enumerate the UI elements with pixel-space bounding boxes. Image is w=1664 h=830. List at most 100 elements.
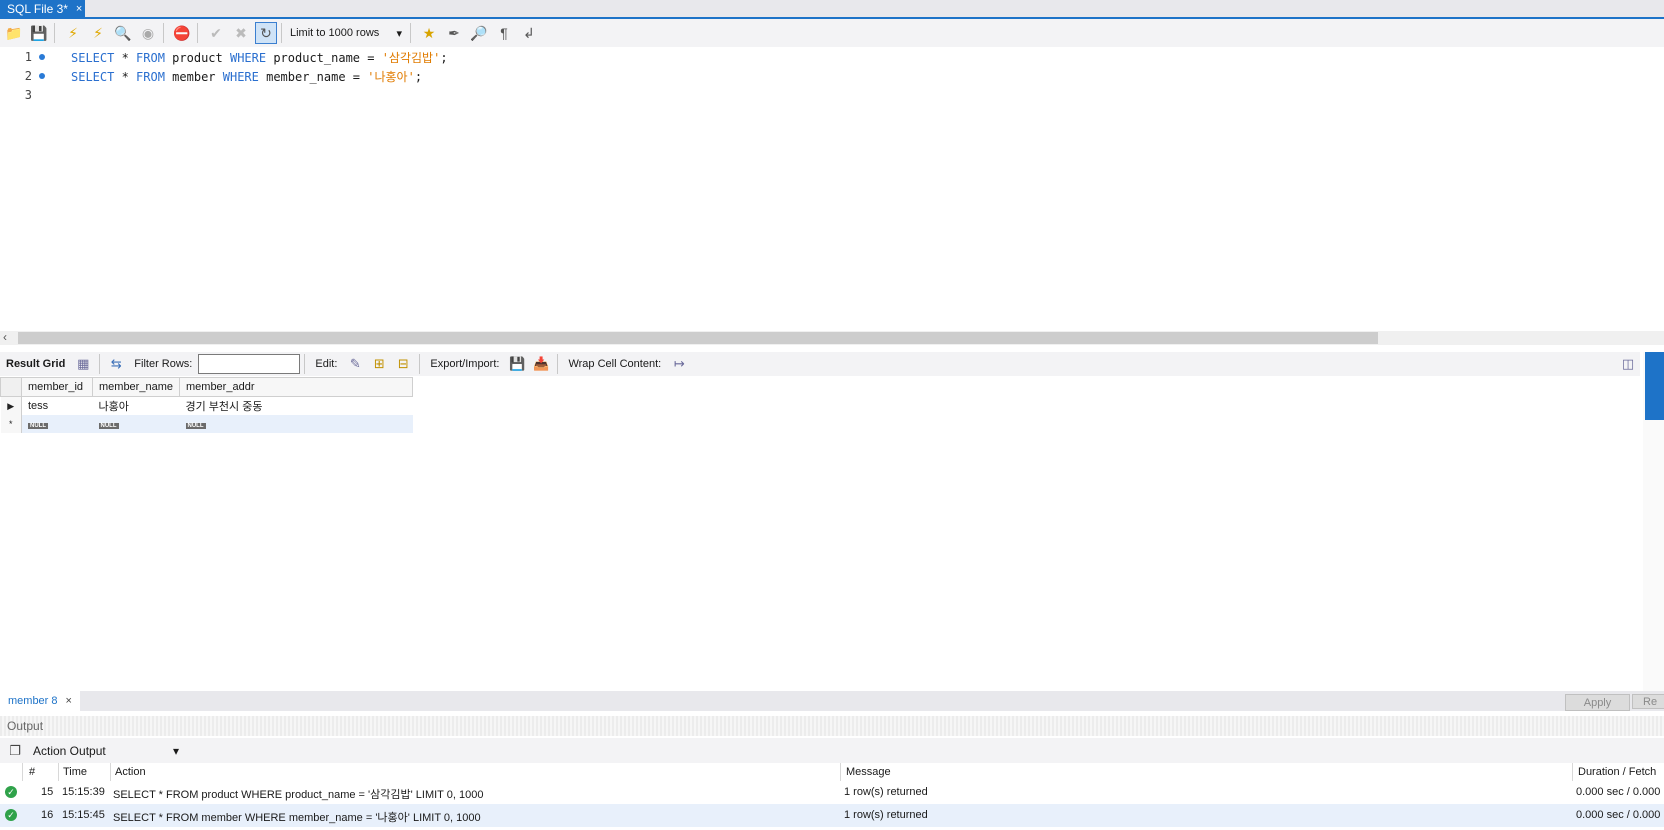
output-table-header: # Time Action Message Duration / Fetch (0, 763, 1664, 823)
cell[interactable]: 경기 부천시 중동 (180, 397, 413, 416)
edit-label: Edit: (315, 358, 338, 370)
cell[interactable]: NULL (22, 415, 93, 433)
output-row[interactable]: ✓ 16 15:15:45 SELECT * FROM member WHERE… (0, 804, 1664, 827)
result-tab-label: member 8 (8, 695, 58, 707)
tab-sql-file-3[interactable]: SQL File 3* × (0, 0, 85, 17)
null-badge: NULL (98, 423, 119, 429)
cell[interactable]: 나홍아 (93, 397, 180, 416)
code-text: SELECT * FROM member WHERE member_name =… (71, 69, 423, 84)
output-action: SELECT * FROM member WHERE member_name =… (113, 812, 481, 824)
col-action: Action (115, 766, 146, 778)
explain-icon[interactable]: 🔍 (112, 22, 134, 44)
editor-hscrollbar[interactable]: ‹ (0, 330, 1664, 345)
save-icon[interactable]: 💾 (28, 22, 50, 44)
output-time: 15:15:39 (62, 786, 105, 798)
copy-icon[interactable]: ❐ (6, 743, 24, 759)
commit-icon[interactable]: ✔ (205, 22, 227, 44)
divider (99, 354, 101, 374)
cell[interactable]: NULL (93, 415, 180, 433)
result-tabs-bar (0, 691, 1664, 711)
stop-on-error-icon[interactable]: ⛔ (171, 22, 193, 44)
tab-member-8[interactable]: member 8 × (0, 691, 80, 711)
result-grid-side-tab[interactable] (1645, 352, 1664, 420)
stop-icon[interactable]: ◉ (137, 22, 159, 44)
side-panel-strip[interactable] (1643, 352, 1664, 692)
success-check-icon: ✓ (5, 786, 17, 798)
export-icon[interactable]: 💾 (508, 356, 526, 372)
editor-line: 2 SELECT * FROM member WHERE member_name… (0, 66, 422, 86)
divider (557, 354, 559, 374)
line-number: 1 (24, 50, 32, 64)
revert-button[interactable]: Re (1632, 694, 1664, 709)
execute-current-icon[interactable]: ⚡ (87, 22, 109, 44)
editor-line: 3 (0, 85, 32, 105)
autocommit-icon[interactable]: ↻ (255, 22, 277, 44)
grid-layout-icon[interactable]: ▦ (74, 356, 92, 372)
output-num: 16 (41, 809, 54, 821)
column-header[interactable]: member_addr (179, 377, 413, 397)
line-number: 3 (24, 88, 32, 102)
apply-button[interactable]: Apply (1565, 694, 1630, 711)
result-grid[interactable]: member_id member_name member_addr ▶ tess… (0, 377, 430, 433)
tab-label: SQL File 3* (7, 1, 68, 16)
cell[interactable]: tess (22, 397, 93, 416)
close-icon[interactable]: × (76, 3, 82, 15)
code-text: SELECT * FROM product WHERE product_name… (71, 50, 448, 65)
divider (419, 354, 421, 374)
wrap-lines-icon[interactable]: ↲ (518, 22, 540, 44)
null-badge: NULL (28, 423, 48, 429)
column-header[interactable]: member_name (92, 377, 180, 397)
divider (281, 23, 282, 43)
output-duration: 0.000 sec / 0.000 (1576, 809, 1661, 821)
scroll-left-icon[interactable]: ‹ (3, 330, 7, 344)
col-time: Time (63, 766, 88, 778)
output-duration: 0.000 sec / 0.000 (1576, 786, 1661, 798)
export-import-label: Export/Import: (430, 358, 500, 370)
editor-line: 1 SELECT * FROM product WHERE product_na… (0, 47, 448, 67)
col-message: Message (846, 766, 891, 778)
output-num: 15 (41, 786, 54, 798)
wrap-cell-icon[interactable]: ↦ (670, 356, 688, 372)
output-row[interactable]: ✓ 15 15:15:39 SELECT * FROM product WHER… (0, 781, 1664, 804)
table-row[interactable]: ▶ tess 나홍아 경기 부천시 중동 (0, 396, 413, 416)
find-icon[interactable]: 🔎 (468, 22, 490, 44)
toggle-sidebar-icon[interactable]: ◫ (1619, 356, 1637, 372)
rollback-icon[interactable]: ✖ (230, 22, 252, 44)
execute-icon[interactable]: ⚡ (62, 22, 84, 44)
null-badge: NULL (185, 423, 206, 429)
add-snippet-icon[interactable]: ★ (418, 22, 440, 44)
close-icon[interactable]: × (66, 695, 72, 707)
delete-row-icon[interactable]: ⊟ (394, 356, 412, 372)
result-grid-tab[interactable]: Result Grid (6, 358, 65, 370)
edit-row-icon[interactable]: ✎ (346, 356, 364, 372)
new-row-marker: * (0, 415, 22, 433)
scroll-thumb[interactable] (18, 332, 1378, 344)
result-toolbar: Result Grid ▦ ⇆ Filter Rows: Edit: ✎ ⊞ ⊟… (0, 352, 1640, 376)
cell[interactable]: NULL (180, 415, 413, 433)
success-check-icon: ✓ (5, 809, 17, 821)
divider (163, 23, 164, 43)
chevron-down-icon: ▾ (172, 743, 179, 758)
refresh-icon[interactable]: ⇆ (107, 356, 125, 372)
col-num: # (29, 766, 36, 778)
open-file-icon[interactable]: 📁 (3, 22, 25, 44)
col-duration: Duration / Fetch (1578, 766, 1657, 778)
output-title: Output (7, 719, 44, 733)
sql-toolbar: 📁 💾 ⚡ ⚡ 🔍 ◉ ⛔ ✔ ✖ ↻ Limit to 1000 rows ▾… (0, 19, 1664, 47)
sql-editor[interactable]: 1 SELECT * FROM product WHERE product_na… (0, 47, 1664, 330)
invisible-chars-icon[interactable]: ¶ (493, 22, 515, 44)
insert-row-icon[interactable]: ⊞ (370, 356, 388, 372)
divider (410, 23, 411, 43)
beautify-icon[interactable]: ✒ (443, 22, 465, 44)
filter-rows-label: Filter Rows: (134, 358, 193, 370)
new-row[interactable]: * NULL NULL NULL (0, 415, 413, 433)
output-toolbar: ❐ Action Output ▾ (0, 738, 1664, 763)
limit-rows-select[interactable]: Limit to 1000 rows ▾ (286, 23, 406, 43)
import-icon[interactable]: 📥 (532, 356, 550, 372)
filter-rows-input[interactable] (198, 354, 301, 374)
output-message: 1 row(s) returned (844, 786, 928, 798)
column-header[interactable]: member_id (21, 377, 93, 397)
output-type-select[interactable]: Action Output ▾ (33, 741, 183, 761)
divider (197, 23, 198, 43)
limit-label: Limit to 1000 rows (290, 27, 380, 39)
